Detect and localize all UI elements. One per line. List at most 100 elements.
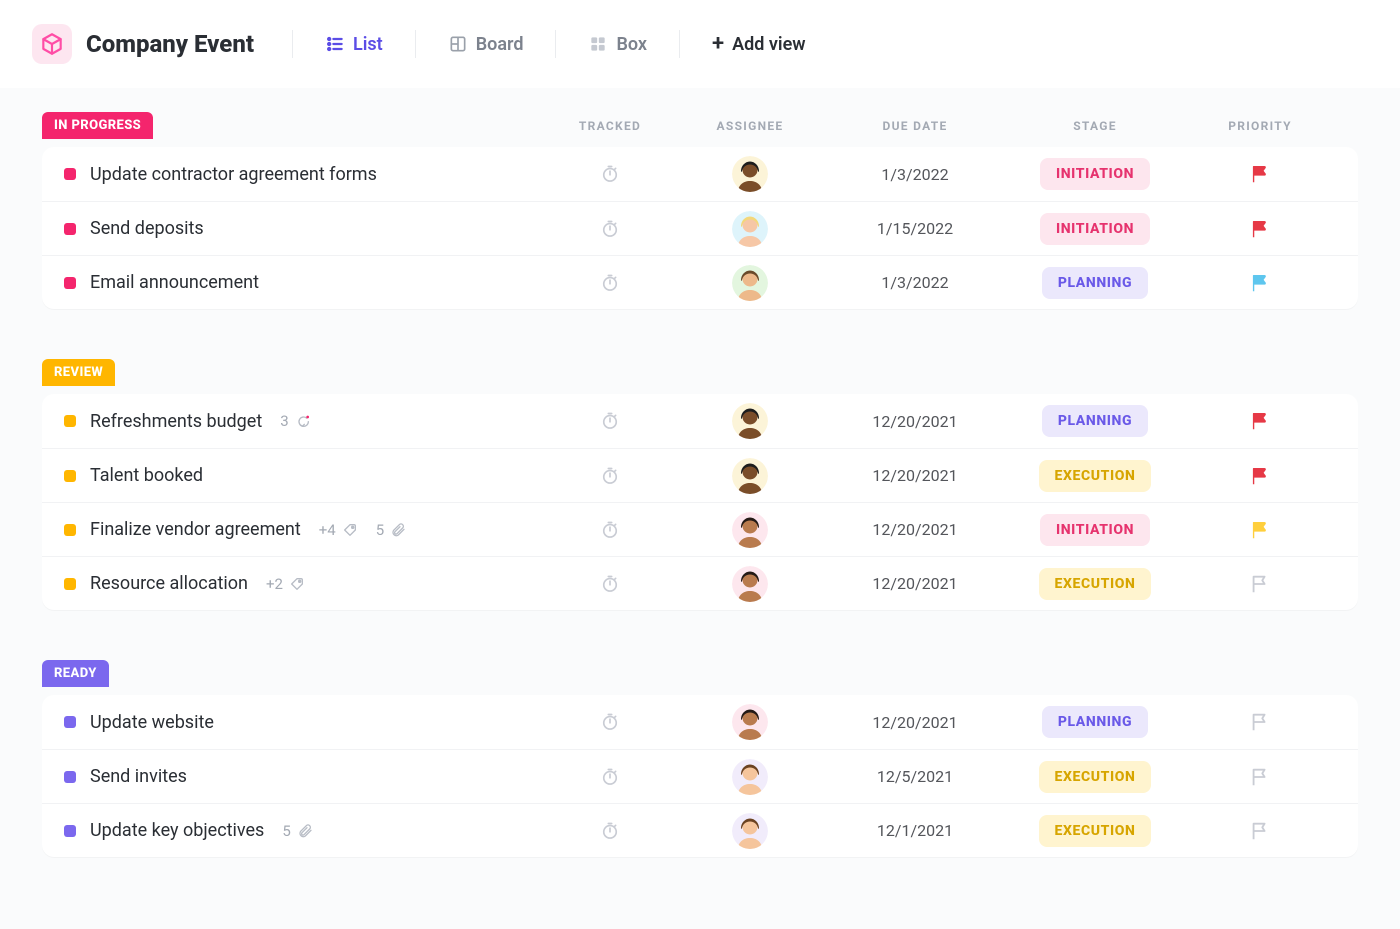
assignee-cell[interactable] [670, 512, 830, 548]
tracked-cell[interactable] [550, 273, 670, 293]
tracked-cell[interactable] [550, 574, 670, 594]
flag-icon [1249, 410, 1271, 432]
priority-cell[interactable] [1190, 163, 1330, 185]
priority-cell[interactable] [1190, 218, 1330, 240]
view-list[interactable]: List [315, 26, 393, 63]
due-date-cell[interactable]: 1/15/2022 [830, 219, 1000, 238]
due-date-cell[interactable]: 12/20/2021 [830, 466, 1000, 485]
view-box[interactable]: Box [578, 26, 657, 63]
stage-cell[interactable]: EXECUTION [1000, 568, 1190, 600]
task-title: Refreshments budget [90, 411, 262, 432]
due-date-cell[interactable]: 12/5/2021 [830, 767, 1000, 786]
attachments-badge[interactable]: 5 [376, 521, 406, 539]
add-view-button[interactable]: + Add view [702, 26, 816, 63]
stage-pill: PLANNING [1042, 267, 1148, 299]
stage-pill: INITIATION [1040, 514, 1150, 546]
assignee-cell[interactable] [670, 704, 830, 740]
stage-cell[interactable]: INITIATION [1000, 158, 1190, 190]
avatar [732, 156, 768, 192]
status-dot [64, 716, 76, 728]
assignee-cell[interactable] [670, 458, 830, 494]
status-dot [64, 578, 76, 590]
comments-badge[interactable]: 3 [280, 412, 310, 430]
task-title: Email announcement [90, 272, 259, 293]
task-row[interactable]: Finalize vendor agreement+45 12/20/2021I… [42, 502, 1358, 556]
task-row[interactable]: Update contractor agreement forms 1/3/20… [42, 147, 1358, 201]
priority-cell[interactable] [1190, 573, 1330, 595]
divider [292, 30, 293, 58]
task-row[interactable]: Update website 12/20/2021PLANNING [42, 695, 1358, 749]
project-title: Company Event [86, 30, 254, 58]
task-row[interactable]: Update key objectives5 12/1/2021EXECUTIO… [42, 803, 1358, 857]
timer-icon [600, 466, 620, 486]
task-row[interactable]: Email announcement 1/3/2022 PLANNING [42, 255, 1358, 309]
status-dot [64, 415, 76, 427]
assignee-cell[interactable] [670, 813, 830, 849]
section-header: REVIEW [42, 359, 1358, 386]
tracked-cell[interactable] [550, 821, 670, 841]
task-row[interactable]: Talent booked 12/20/2021EXECUTION [42, 448, 1358, 502]
task-title: Talent booked [90, 465, 203, 486]
tracked-cell[interactable] [550, 411, 670, 431]
col-head-stage: STAGE [1000, 119, 1190, 133]
assignee-cell[interactable] [670, 211, 830, 247]
priority-cell[interactable] [1190, 711, 1330, 733]
task-row[interactable]: Refreshments budget 3 12/20/2021PLANNING [42, 394, 1358, 448]
status-pill[interactable]: READY [42, 660, 109, 687]
assignee-cell[interactable] [670, 156, 830, 192]
tracked-cell[interactable] [550, 164, 670, 184]
timer-icon [600, 821, 620, 841]
priority-cell[interactable] [1190, 410, 1330, 432]
stage-cell[interactable]: INITIATION [1000, 514, 1190, 546]
due-date-cell[interactable]: 12/20/2021 [830, 520, 1000, 539]
view-box-label: Box [616, 34, 647, 55]
timer-icon [600, 574, 620, 594]
priority-cell[interactable] [1190, 465, 1330, 487]
status-dot [64, 223, 76, 235]
assignee-cell[interactable] [670, 759, 830, 795]
assignee-cell[interactable] [670, 403, 830, 439]
due-date-cell[interactable]: 1/3/2022 [830, 273, 1000, 292]
priority-cell[interactable] [1190, 820, 1330, 842]
due-date-cell[interactable]: 1/3/2022 [830, 165, 1000, 184]
stage-cell[interactable]: INITIATION [1000, 213, 1190, 245]
due-date-cell[interactable]: 12/20/2021 [830, 574, 1000, 593]
due-date-cell[interactable]: 12/20/2021 [830, 713, 1000, 732]
task-row[interactable]: Resource allocation+2 12/20/2021EXECUTIO… [42, 556, 1358, 610]
tracked-cell[interactable] [550, 767, 670, 787]
task-row[interactable]: Send invites 12/5/2021EXECUTION [42, 749, 1358, 803]
status-pill[interactable]: IN PROGRESS [42, 112, 153, 139]
plus-icon: + [712, 35, 724, 53]
tracked-cell[interactable] [550, 466, 670, 486]
stage-cell[interactable]: EXECUTION [1000, 815, 1190, 847]
stage-cell[interactable]: PLANNING [1000, 706, 1190, 738]
priority-cell[interactable] [1190, 272, 1330, 294]
tracked-cell[interactable] [550, 520, 670, 540]
assignee-cell[interactable] [670, 566, 830, 602]
tracked-cell[interactable] [550, 219, 670, 239]
view-board[interactable]: Board [438, 26, 534, 63]
top-bar: Company Event List Board Box [0, 0, 1400, 88]
status-pill[interactable]: REVIEW [42, 359, 115, 386]
due-date-cell[interactable]: 12/20/2021 [830, 412, 1000, 431]
stage-cell[interactable]: PLANNING [1000, 405, 1190, 437]
project-icon [32, 24, 72, 64]
due-date-cell[interactable]: 12/1/2021 [830, 821, 1000, 840]
priority-cell[interactable] [1190, 766, 1330, 788]
tags-badge[interactable]: +4 [319, 521, 358, 539]
attachments-badge[interactable]: 5 [282, 822, 312, 840]
project-header: Company Event [32, 24, 254, 64]
priority-cell[interactable] [1190, 519, 1330, 541]
tracked-cell[interactable] [550, 712, 670, 732]
avatar [732, 458, 768, 494]
task-row[interactable]: Send deposits 1/15/2022INITIATION [42, 201, 1358, 255]
stage-cell[interactable]: EXECUTION [1000, 761, 1190, 793]
task-card: Update contractor agreement forms 1/3/20… [42, 147, 1358, 309]
stage-cell[interactable]: PLANNING [1000, 267, 1190, 299]
assignee-cell[interactable] [670, 265, 830, 301]
stage-cell[interactable]: EXECUTION [1000, 460, 1190, 492]
task-title: Send deposits [90, 218, 204, 239]
avatar [732, 813, 768, 849]
avatar [732, 566, 768, 602]
tags-badge[interactable]: +2 [266, 575, 305, 593]
